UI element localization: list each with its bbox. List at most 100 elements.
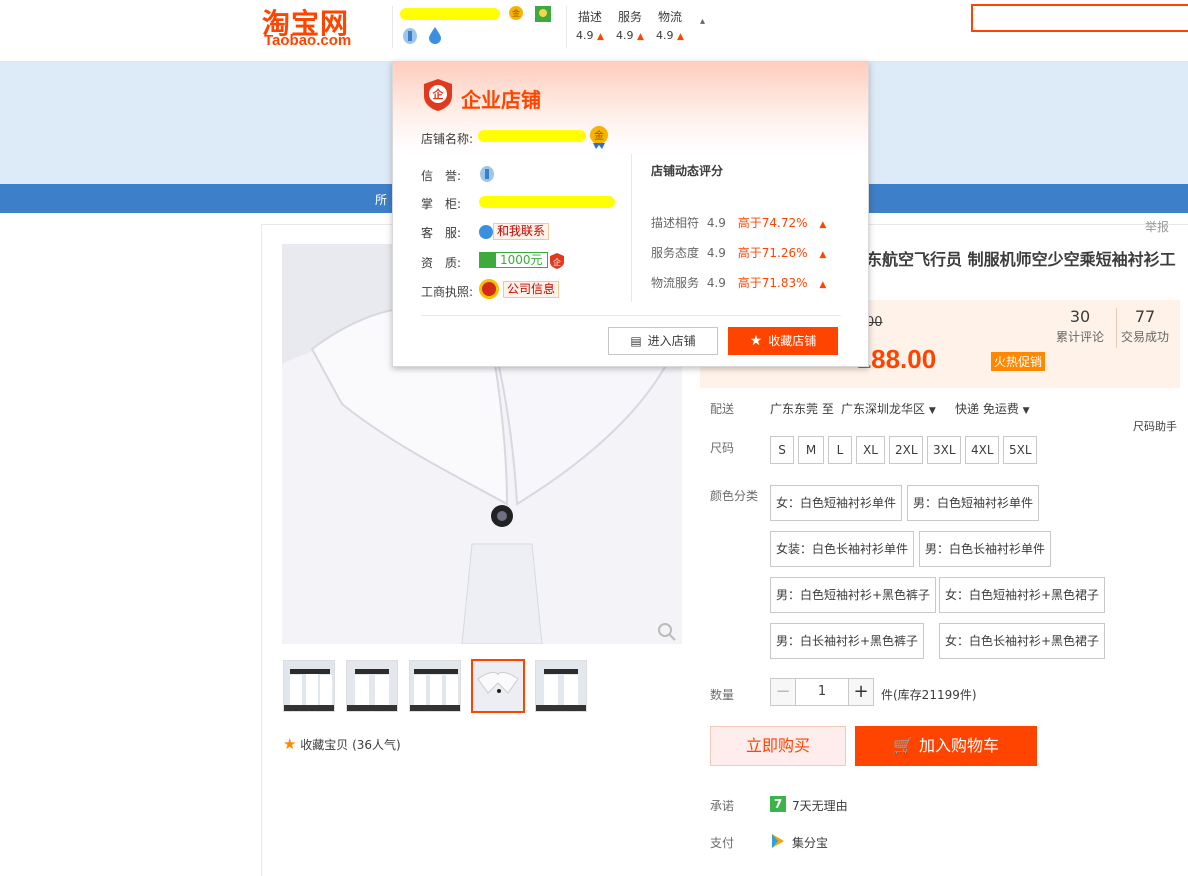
delivery-method-select[interactable]: 快递 免运费 ▼ [955,400,1030,417]
jifenbao-icon [772,834,784,848]
thumbnail-2[interactable] [346,660,398,712]
star-icon: ★ [749,333,763,349]
quantity-label: 数量 [710,688,735,702]
favorite-shop-button[interactable]: ★ 收藏店铺 [728,327,838,355]
dynamic-row-service: 服务态度 4.9 高于71.26% ▲ [651,246,827,260]
arrow-up-icon: ▲ [597,32,604,42]
color-label: 颜色分类 [710,489,759,503]
caret-down-icon: ▼ [1022,406,1030,416]
seven-day-icon: 7 [770,796,786,812]
score-describe: 描述 4.9 ▲ [576,10,604,42]
nav-item-all[interactable]: 所 [375,191,387,208]
svg-text:金: 金 [512,8,520,18]
quantity-plus-button[interactable]: + [848,678,874,706]
payment-label: 支付 [710,836,735,850]
credit-label: 信 誉: [421,169,462,183]
size-helper-link[interactable]: 尺码助手 [1133,418,1177,434]
service-drop-icon [479,224,493,239]
content-border [261,224,262,876]
shop-name-redacted[interactable] [478,130,586,142]
color-option[interactable]: 男：白色短袖衬衫+黑色裤子 [770,577,937,613]
shop-name-redacted[interactable] [400,8,500,20]
size-option-xl[interactable]: XL [856,436,885,464]
dynamic-row-describe: 描述相符 4.9 高于74.72% ▲ [651,216,827,230]
company-info-link[interactable]: 公司信息 [479,279,560,299]
arrow-up-icon: ▲ [819,250,827,260]
size-option-l[interactable]: L [828,436,852,464]
favorite-item-link[interactable]: ★ 收藏宝贝 (36人气) [283,735,401,753]
taobao-logo-en[interactable]: Taobao.com [264,32,351,49]
color-option[interactable]: 女装：白色长袖衬衫单件 [770,531,915,567]
score-logistics: 物流 4.9 ▲ [656,10,684,42]
thumbnail-1[interactable] [283,660,335,712]
buy-now-button[interactable]: 立即购买 [710,726,846,766]
payment-text: 集分宝 [792,836,829,850]
product-title: 东航空飞行员 制服机师空少空乘短袖衬衫工 [866,250,1176,269]
deals-stat: 77 交易成功 [1120,307,1169,344]
collapse-arrow-icon[interactable]: ▴ [700,16,705,27]
size-option-2xl[interactable]: 2XL [889,436,923,464]
svg-text:企: 企 [553,257,561,267]
popup-divider [631,154,632,302]
shop-name-label: 店铺名称: [421,132,474,146]
quantity-minus-button[interactable]: − [770,678,796,706]
arrow-up-icon: ▲ [637,32,644,42]
popup-divider [421,315,841,316]
enterprise-badge-icon: 企 [550,253,564,269]
dynamic-score-title: 店铺动态评分 [651,164,724,178]
promo-tag: 火热促销 [991,352,1046,371]
popup-title: 企业店铺 [461,88,541,112]
score-service: 服务 4.9 ▲ [616,10,644,42]
crown-credit-icon [480,166,494,182]
size-label: 尺码 [710,441,735,455]
size-option-s[interactable]: S [770,436,794,464]
promise-text[interactable]: 7天无理由 [792,797,848,814]
national-emblem-icon [479,279,499,299]
enterprise-shop-popup: 企 企业店铺 店铺名称: 金 信 誉: 掌 柜: 客 服: 和我联系 资 质: … [392,61,869,367]
qualification-icon [535,6,551,22]
owner-name-redacted[interactable] [479,196,615,208]
contact-service-link[interactable]: 和我联系 [479,223,550,240]
gold-medal-icon: 金 [590,126,608,149]
deposit-badge[interactable]: 1000元 [479,252,548,268]
enter-shop-button[interactable]: ▤ 进入店铺 [608,327,718,355]
color-option[interactable]: 女：白色短袖衬衫单件 [770,485,903,521]
promise-label: 承诺 [710,799,735,813]
gold-medal-icon: 金 [509,6,523,20]
delivery-from: 广东东莞 至 [770,402,834,416]
size-option-5xl[interactable]: 5XL [1003,436,1037,464]
qualification-label: 资 质: [421,256,462,270]
service-label: 客 服: [421,226,462,240]
arrow-up-icon: ▲ [677,32,684,42]
star-icon: ★ [283,735,297,753]
caret-down-icon: ▼ [928,406,936,416]
quantity-input[interactable]: 1 [796,678,848,706]
thumbnail-3[interactable] [409,660,461,712]
color-option[interactable]: 男：白长袖衬衫+黑色裤子 [770,623,925,659]
search-input[interactable] [971,4,1188,32]
thumbnail-4-selected[interactable] [471,659,525,713]
header-divider [566,6,567,48]
owner-label: 掌 柜: [421,197,462,211]
size-option-4xl[interactable]: 4XL [965,436,999,464]
report-link[interactable]: 举报 [1145,218,1169,235]
cart-icon: 🛒 [893,736,913,755]
reviews-stat[interactable]: 30 累计评论 [1050,307,1110,345]
add-to-cart-button[interactable]: 🛒 加入购物车 [855,726,1037,766]
service-drop-icon [429,27,441,44]
thumbnail-5[interactable] [535,660,587,712]
stock-info: 件(库存21199件) [881,688,977,702]
color-option[interactable]: 女：白色长袖衬衫+黑色裙子 [939,623,1106,659]
size-option-m[interactable]: M [798,436,824,464]
crown-credit-icon [403,28,417,44]
color-option[interactable]: 女：白色短袖衬衫+黑色裙子 [939,577,1106,613]
svg-text:企: 企 [432,87,445,101]
deposit-icon [479,252,495,268]
enterprise-shield-icon: 企 [424,79,452,111]
arrow-up-icon: ▲ [819,280,827,290]
arrow-up-icon: ▲ [819,220,827,230]
color-option[interactable]: 男：白色长袖衬衫单件 [919,531,1052,567]
size-option-3xl[interactable]: 3XL [927,436,961,464]
delivery-to-select[interactable]: 广东深圳龙华区 ▼ [841,400,936,417]
color-option[interactable]: 男：白色短袖衬衫单件 [907,485,1040,521]
